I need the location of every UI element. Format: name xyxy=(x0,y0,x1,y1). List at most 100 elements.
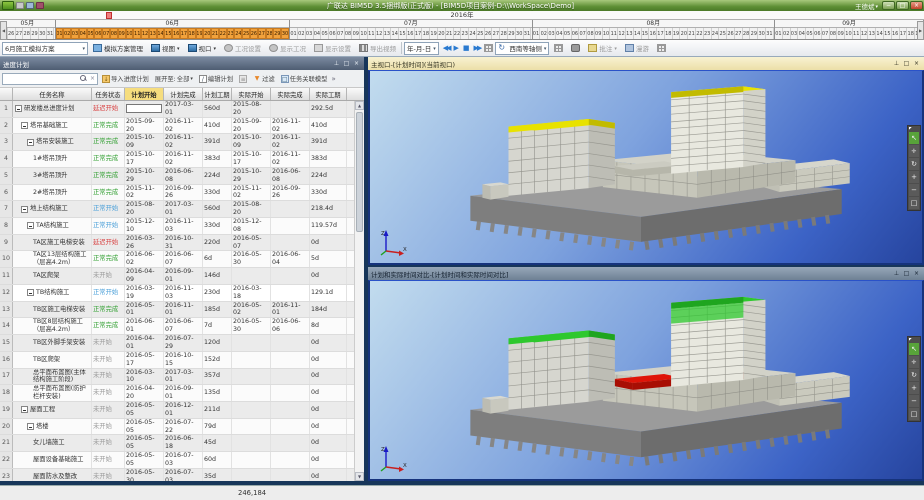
plan-duration[interactable]: 357d xyxy=(203,369,232,385)
close-icon[interactable] xyxy=(352,60,361,68)
collapse-expander-icon[interactable] xyxy=(27,289,34,296)
main-3d-canvas[interactable]: Z X xyxy=(368,70,924,265)
pin-icon[interactable] xyxy=(332,60,341,68)
day-cell[interactable]: 28 xyxy=(743,28,751,39)
column-header[interactable]: 计划开始 xyxy=(125,88,164,100)
actual-duration[interactable]: 0d xyxy=(310,452,347,468)
day-cell[interactable]: 08 xyxy=(345,28,353,39)
pan-hand-icon[interactable] xyxy=(909,145,919,157)
actual-start[interactable] xyxy=(232,268,271,284)
column-header[interactable]: 实际工期 xyxy=(310,88,347,100)
day-cell[interactable]: 11 xyxy=(853,28,861,39)
table-row[interactable]: 12TB结构施工正常开始2016-03-192016-11-03230d2016… xyxy=(0,285,354,302)
day-cell[interactable]: 26 xyxy=(727,28,735,39)
task-name[interactable]: TB区施工电梯安装 xyxy=(13,302,92,318)
day-cell[interactable]: 19 xyxy=(430,28,438,39)
day-cell[interactable]: 15 xyxy=(399,28,407,39)
actual-start[interactable] xyxy=(232,452,271,468)
plan-duration[interactable]: 35d xyxy=(203,469,232,481)
plan-start[interactable]: 2016-05-05 xyxy=(125,452,164,468)
plan-end[interactable]: 2016-09-26 xyxy=(164,185,203,201)
task-name[interactable]: 2#塔吊顶升 xyxy=(13,185,92,201)
main-viewport-header[interactable]: 主视口-[计划时间](当前视口) xyxy=(368,57,924,70)
plan-end[interactable]: 2016-06-08 xyxy=(164,168,203,184)
column-header[interactable]: 实际完成 xyxy=(271,88,310,100)
day-cell[interactable]: 03 xyxy=(548,28,556,39)
filter-button[interactable]: 过滤 xyxy=(251,72,277,86)
day-cell[interactable]: 24 xyxy=(234,28,242,39)
task-status[interactable]: 未开始 xyxy=(92,435,125,451)
day-cell[interactable]: 28 xyxy=(500,28,508,39)
task-status[interactable]: 正常完成 xyxy=(92,251,125,267)
table-row[interactable]: 16TB区爬架未开始2016-05-172016-10-15152d0d xyxy=(0,352,354,369)
actual-start[interactable]: 2015-11-02 xyxy=(232,185,271,201)
day-cell[interactable]: 31 xyxy=(524,28,532,39)
actual-duration[interactable]: 0d xyxy=(310,369,347,385)
day-cell[interactable]: 23 xyxy=(227,28,235,39)
day-cell[interactable]: 13 xyxy=(149,28,157,39)
day-cell[interactable]: 19 xyxy=(673,28,681,39)
task-status[interactable]: 正常完成 xyxy=(92,168,125,184)
day-cell[interactable]: 17 xyxy=(180,28,188,39)
actual-duration[interactable]: 218.4d xyxy=(310,201,347,217)
plan-end[interactable]: 2017-03-01 xyxy=(164,201,203,217)
actual-end[interactable] xyxy=(271,101,310,117)
close-button[interactable] xyxy=(910,1,923,10)
actual-duration[interactable]: 391d xyxy=(310,134,347,150)
import-plan-button[interactable]: 导入进度计划 xyxy=(100,72,151,86)
day-cell[interactable]: 31 xyxy=(766,28,774,39)
actual-start[interactable]: 2015-10-17 xyxy=(232,151,271,167)
table-row[interactable]: 17总平面布置图(主体结构施工阶段)未开始2016-03-102017-03-0… xyxy=(0,369,354,386)
day-cell[interactable]: 29 xyxy=(750,28,758,39)
plan-duration[interactable]: 79d xyxy=(203,419,232,435)
plan-duration[interactable]: 224d xyxy=(203,168,232,184)
task-status[interactable]: 未开始 xyxy=(92,335,125,351)
viewport-menu-button[interactable]: 视口 xyxy=(185,41,220,55)
task-name[interactable]: TB区爬架 xyxy=(13,352,92,368)
task-status[interactable]: 未开始 xyxy=(92,352,125,368)
zoom-in-icon[interactable] xyxy=(909,171,919,183)
table-row[interactable]: 14TB区8层结构施工（层高4.2m）正常完成2016-06-012016-06… xyxy=(0,318,354,335)
day-cell[interactable]: 19 xyxy=(196,28,204,39)
actual-end[interactable] xyxy=(271,352,310,368)
actual-duration[interactable]: 184d xyxy=(310,302,347,318)
mesh-grid-button[interactable] xyxy=(654,41,669,55)
table-row[interactable]: 20塔楼未开始2016-05-052016-07-2279d0d xyxy=(0,419,354,436)
plan-end[interactable]: 2017-03-01 xyxy=(164,369,203,385)
actual-end[interactable]: 2016-11-02 xyxy=(271,118,310,134)
view-menu-button[interactable]: 视图 xyxy=(148,41,183,55)
day-cell[interactable]: 15 xyxy=(642,28,650,39)
day-cell[interactable]: 23 xyxy=(461,28,469,39)
day-cell[interactable]: 24 xyxy=(712,28,720,39)
task-status[interactable]: 正常开始 xyxy=(92,218,125,234)
scroll-up-icon[interactable] xyxy=(355,101,364,110)
day-cell[interactable]: 15 xyxy=(884,28,892,39)
link-model-button[interactable]: 任务关联模型 xyxy=(279,72,330,86)
day-cell[interactable]: 05 xyxy=(564,28,572,39)
day-cell[interactable]: 13 xyxy=(626,28,634,39)
plan-duration[interactable]: 560d xyxy=(203,201,232,217)
plan-start[interactable]: 2015-09-20 xyxy=(125,118,164,134)
scheme-combo[interactable]: 6月施工模拟方案 xyxy=(2,42,88,55)
day-cell[interactable]: 26 xyxy=(250,28,258,39)
undo-icon[interactable] xyxy=(26,2,34,9)
day-cell[interactable]: 12 xyxy=(141,28,149,39)
plan-start[interactable]: 2016-03-19 xyxy=(125,285,164,301)
float-icon[interactable] xyxy=(902,60,911,68)
task-name[interactable]: TA区施工电梯安装 xyxy=(13,235,92,251)
actual-start[interactable]: 2016-05-02 xyxy=(232,302,271,318)
orbit-icon[interactable] xyxy=(909,369,919,381)
task-status[interactable]: 未开始 xyxy=(92,452,125,468)
task-status[interactable]: 未开始 xyxy=(92,268,125,284)
edit-plan-button[interactable]: 编辑计划 xyxy=(197,72,235,86)
day-cell[interactable]: 01 xyxy=(775,28,783,39)
day-cell[interactable]: 27 xyxy=(492,28,500,39)
task-name[interactable]: 塔楼 xyxy=(13,419,92,435)
plan-end[interactable]: 2016-07-29 xyxy=(164,335,203,351)
day-cell[interactable]: 02 xyxy=(63,28,71,39)
actual-duration[interactable]: 0d xyxy=(310,335,347,351)
day-cell[interactable]: 20 xyxy=(203,28,211,39)
table-row[interactable]: 22屋面设备基础施工未开始2016-05-052016-07-0360d0d xyxy=(0,452,354,469)
day-cell[interactable]: 28 xyxy=(266,28,274,39)
pin-icon[interactable] xyxy=(892,60,901,68)
